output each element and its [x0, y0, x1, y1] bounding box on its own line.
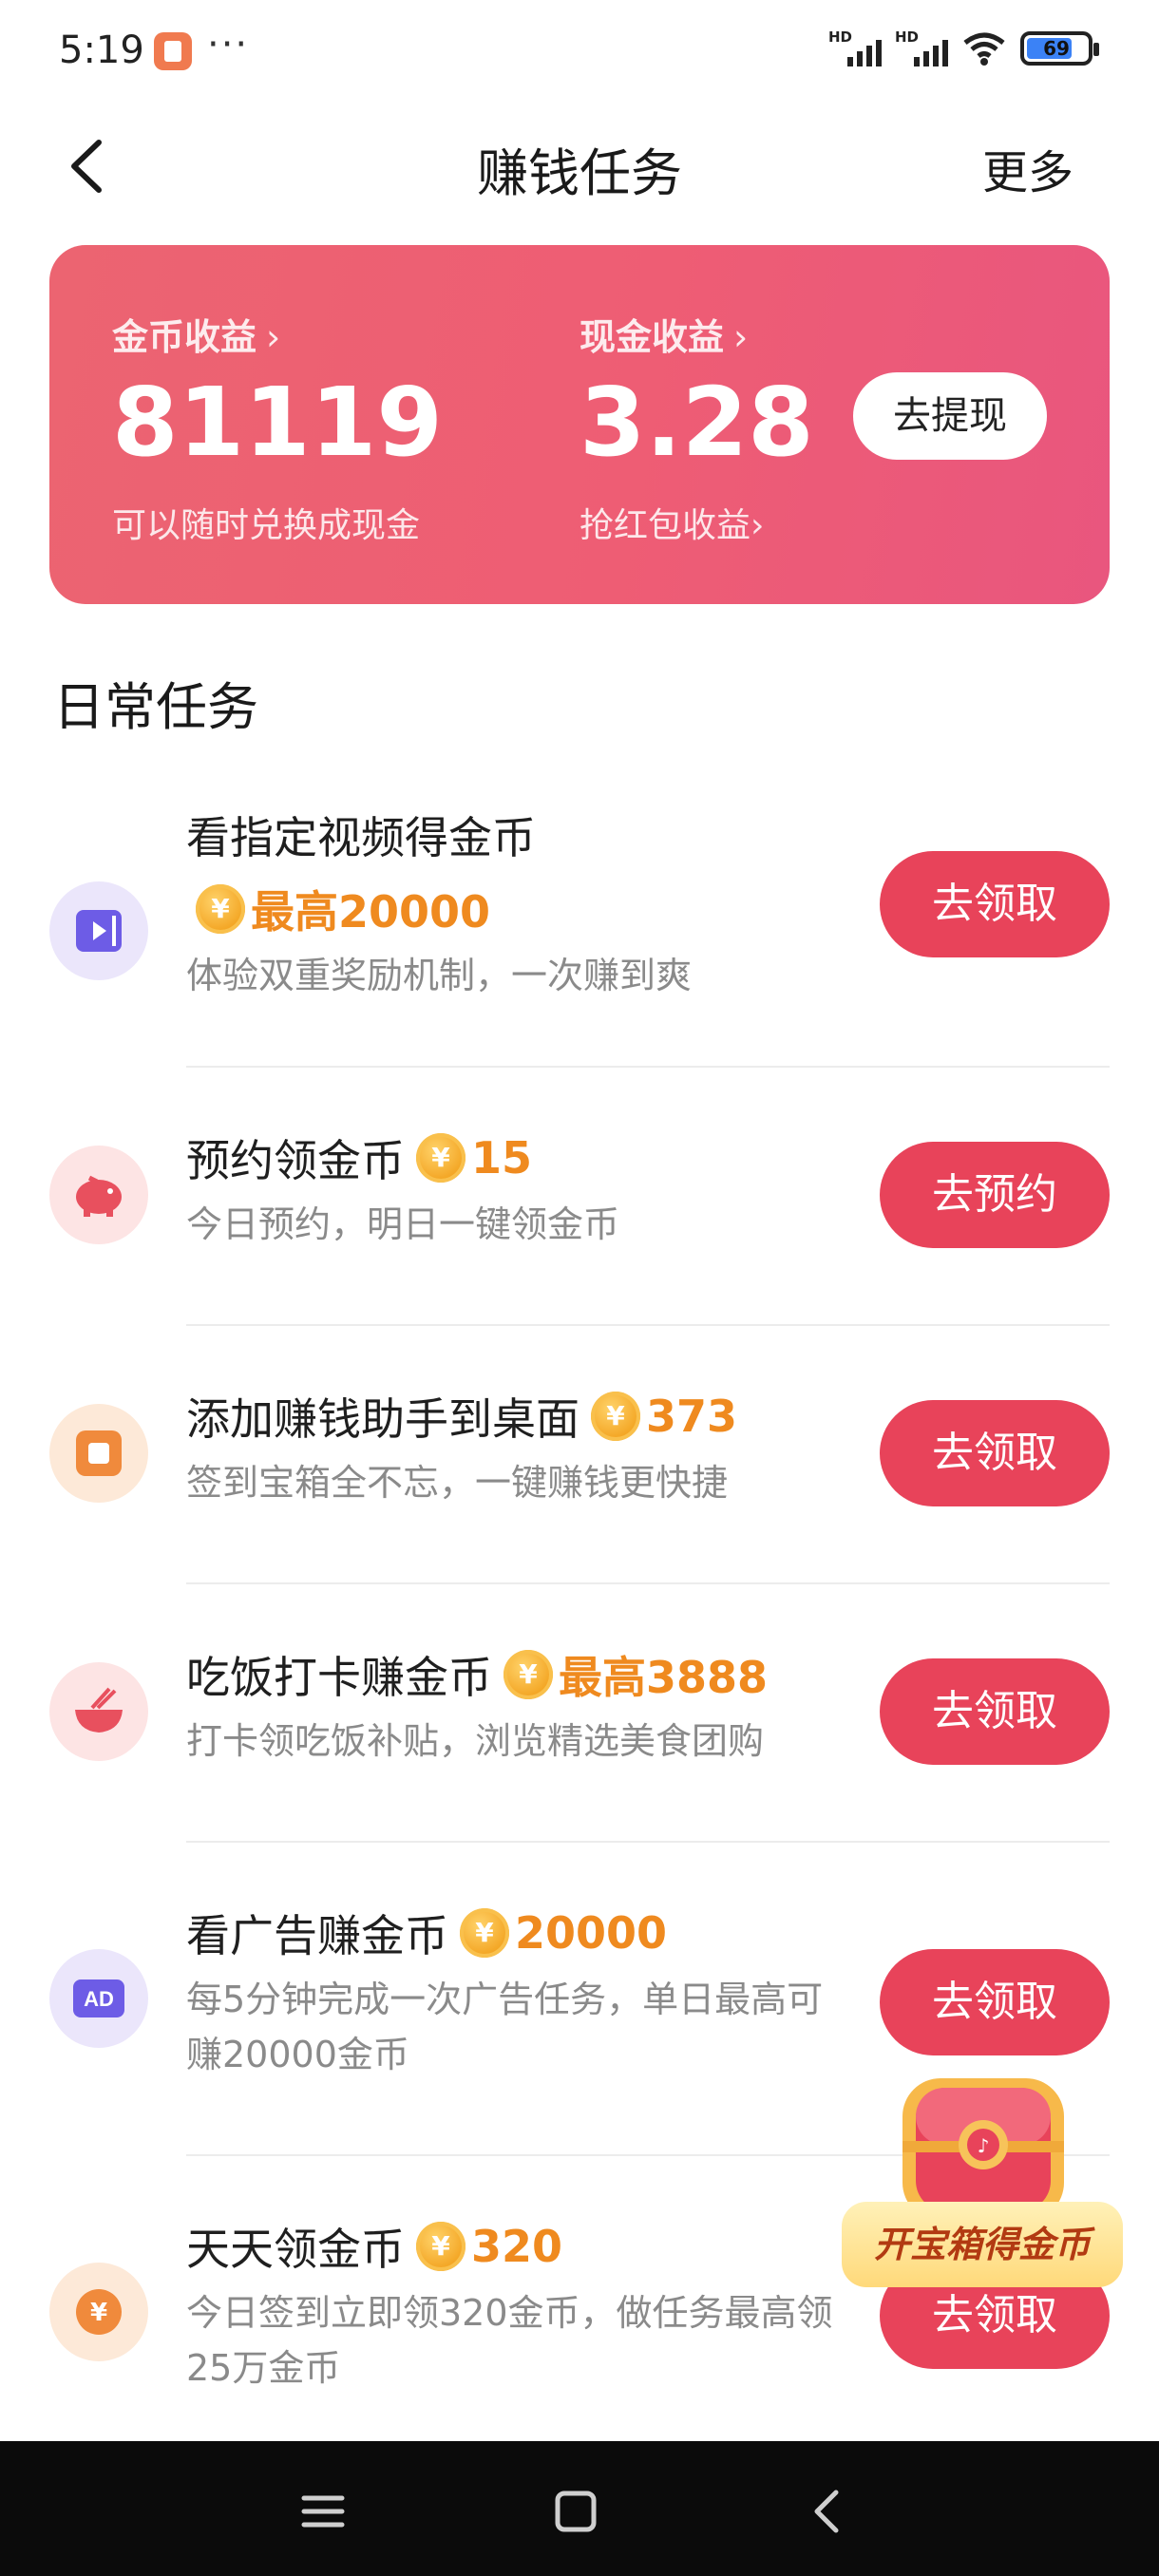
system-back-button[interactable] [790, 2473, 866, 2549]
task-claim-button[interactable]: 去领取 [880, 1400, 1110, 1506]
ad-icon: AD [49, 1949, 148, 2048]
earnings-card: 金币收益 › 81119 可以随时兑换成现金 现金收益 › 3.28 抢红包收益› … [49, 245, 1110, 604]
task-description: 体验双重奖励机制，一次赚到爽 [186, 955, 693, 996]
coin-icon: ¥ [416, 2222, 466, 2271]
coin-earnings-value: 81119 [112, 367, 443, 478]
task-reserve-button[interactable]: 去预约 [880, 1142, 1110, 1248]
task-reward: ¥ 320 [416, 2221, 562, 2272]
red-packet-earnings-link[interactable]: 抢红包收益› [580, 498, 764, 547]
task-reward: ¥ 15 [416, 1132, 532, 1184]
status-bar: 5:19 ··· HD HD 69 [0, 0, 1159, 104]
divider [186, 1841, 1110, 1843]
task-reward: ¥ 最高20000 [196, 878, 490, 940]
yen-coin-icon: ¥ [49, 2263, 148, 2361]
piggy-bank-icon [49, 1146, 148, 1244]
task-reward: ¥ 373 [591, 1391, 737, 1442]
task-title: 吃饭打卡赚金币 [186, 1652, 492, 1703]
coin-icon: ¥ [416, 1133, 466, 1183]
home-button[interactable] [538, 2473, 614, 2549]
status-indicators: HD HD 69 [828, 28, 1099, 68]
coin-icon: ¥ [591, 1392, 640, 1441]
chevron-right-icon: › [733, 316, 749, 358]
coin-earnings-label[interactable]: 金币收益 › [112, 308, 280, 360]
task-description: 今日预约，明日一键领金币 [186, 1203, 620, 1245]
treasure-chest-label: 开宝箱得金币 [842, 2202, 1123, 2287]
divider [186, 1324, 1110, 1326]
divider [186, 1066, 1110, 1068]
coin-icon: ¥ [460, 1908, 509, 1958]
cash-earnings-value: 3.28 [580, 367, 814, 478]
rice-bowl-icon [49, 1662, 148, 1761]
task-reward: ¥ 20000 [460, 1907, 667, 1959]
desktop-app-icon [49, 1404, 148, 1503]
cash-earnings-label[interactable]: 现金收益 › [580, 308, 748, 360]
svg-text:AD: AD [84, 1987, 114, 2011]
coin-icon: ¥ [504, 1650, 553, 1699]
battery-icon: 69 [1020, 31, 1099, 66]
menu-button[interactable] [285, 2473, 361, 2549]
header: 赚钱任务 更多 [0, 114, 1159, 218]
task-reward: ¥ 最高3888 [504, 1643, 768, 1706]
task-description: 打卡领吃饭补贴，浏览精选美食团购 [186, 1720, 765, 1762]
chevron-right-icon: › [266, 316, 281, 358]
divider [186, 1582, 1110, 1584]
status-time: 5:19 [59, 28, 144, 72]
home-square-icon [555, 2491, 597, 2532]
signal-icon: HD [895, 28, 948, 68]
svg-text:♪: ♪ [978, 2134, 990, 2157]
svg-text:¥: ¥ [90, 2299, 107, 2327]
system-nav-bar [0, 2441, 1159, 2576]
task-title: 天天领金币 [186, 2224, 405, 2275]
coin-icon: ¥ [196, 884, 245, 934]
task-claim-button[interactable]: 去领取 [880, 851, 1110, 957]
wifi-icon [961, 29, 1007, 67]
status-more: ··· [207, 23, 250, 66]
coin-earnings-note: 可以随时兑换成现金 [112, 506, 421, 545]
chevron-right-icon: › [750, 506, 765, 545]
task-title: 看广告赚金币 [186, 1910, 448, 1961]
signal-icon: HD [828, 28, 882, 68]
notification-app-icon [154, 32, 192, 70]
task-description: 今日签到立即领320金币，做任务最高领25万金币 [186, 2292, 833, 2389]
task-description: 签到宝箱全不忘，一键赚钱更快捷 [186, 1462, 729, 1504]
task-title: 添加赚钱助手到桌面 [186, 1393, 580, 1445]
withdraw-button[interactable]: 去提现 [853, 372, 1047, 460]
task-description: 每5分钟完成一次广告任务，单日最高可赚20000金币 [186, 1979, 824, 2075]
task-title: 看指定视频得金币 [186, 812, 536, 863]
treasure-chest-button[interactable]: ♪ 开宝箱得金币 [842, 2040, 1123, 2291]
section-title-daily-tasks: 日常任务 [53, 677, 258, 737]
task-claim-button[interactable]: 去领取 [880, 1658, 1110, 1765]
task-title: 预约领金币 [186, 1135, 405, 1186]
more-button[interactable]: 更多 [982, 135, 1074, 201]
menu-icon [301, 2495, 345, 2528]
video-play-icon [49, 881, 148, 980]
battery-level: 69 [1043, 37, 1070, 60]
back-triangle-icon [814, 2490, 839, 2533]
